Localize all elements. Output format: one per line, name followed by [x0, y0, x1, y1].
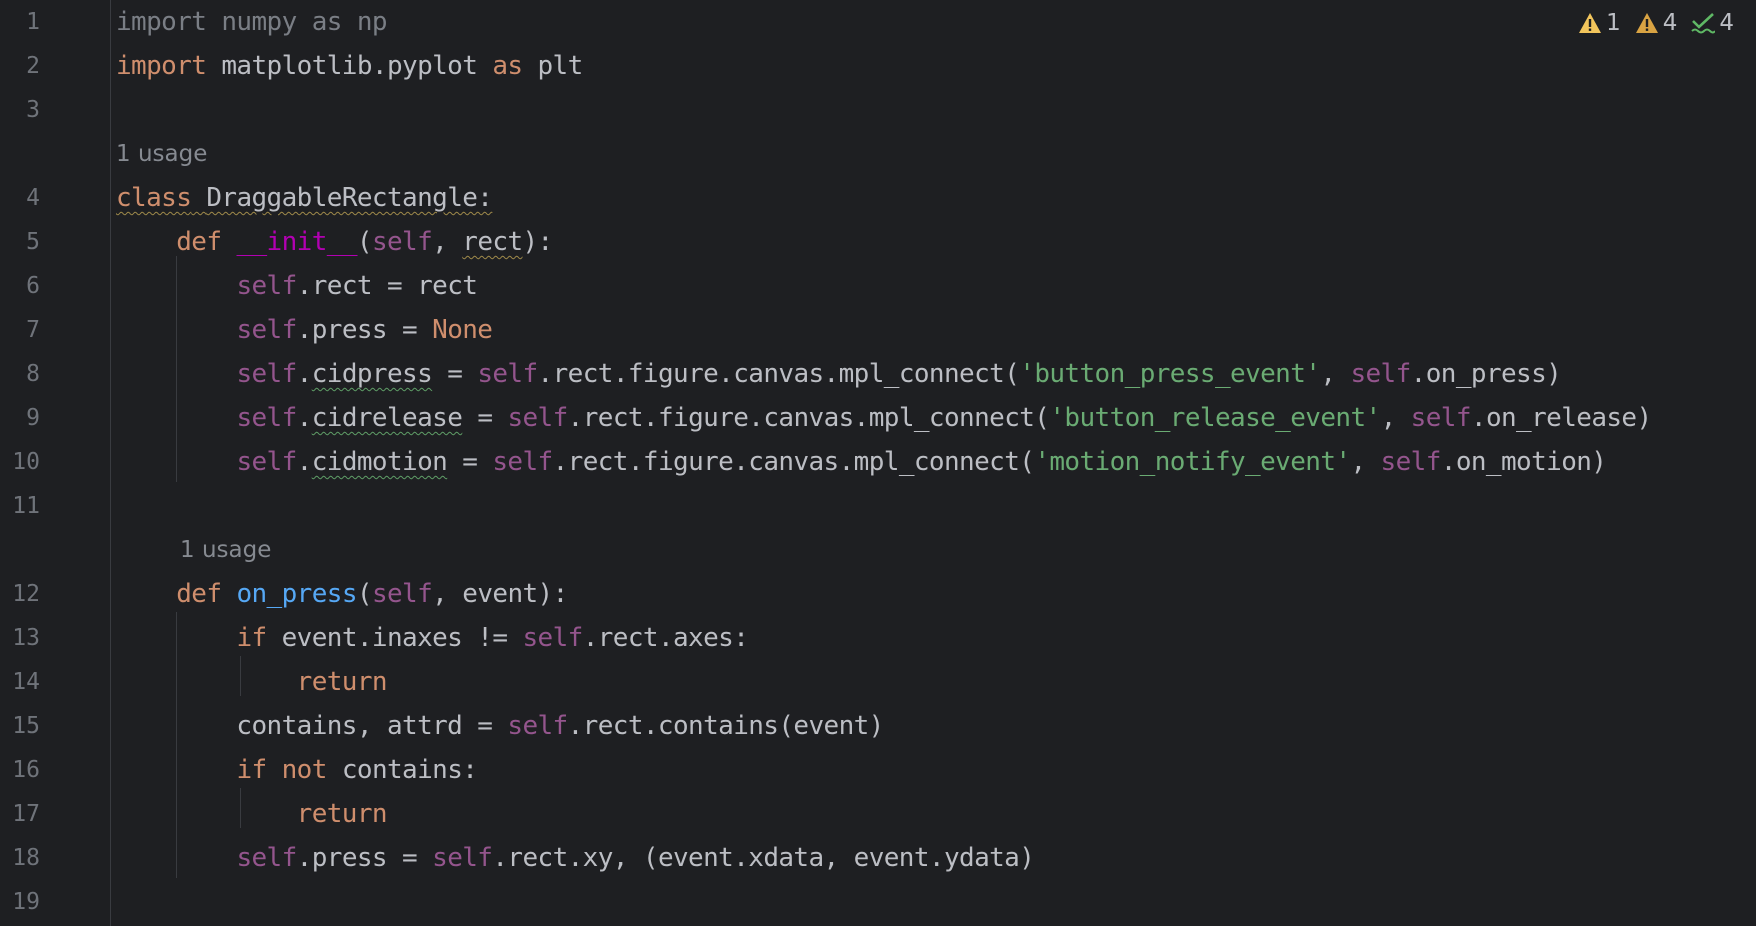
line-number: 15	[12, 713, 40, 739]
line-text: self.cidmotion = self.rect.figure.canvas…	[236, 447, 1607, 477]
line-number: 16	[12, 757, 40, 783]
code-line[interactable]: 5 def __init__(self, rect):	[0, 220, 1756, 264]
usage-hint[interactable]: 1 usage	[180, 528, 271, 572]
line-text: self.cidrelease = self.rect.figure.canva…	[236, 403, 1652, 433]
code-line[interactable]: 7 self.press = None	[0, 308, 1756, 352]
code-line[interactable]: 9 self.cidrelease = self.rect.figure.can…	[0, 396, 1756, 440]
code-line[interactable]: 19	[0, 880, 1756, 924]
line-text: self.cidpress = self.rect.figure.canvas.…	[236, 359, 1562, 389]
code-line[interactable]: 10 self.cidmotion = self.rect.figure.can…	[0, 440, 1756, 484]
code-editor[interactable]: 1 4 4 1 import numpy as np 2 import matp…	[0, 0, 1756, 926]
code-line[interactable]: 11	[0, 484, 1756, 528]
line-number: 12	[12, 581, 40, 607]
line-text: contains, attrd = self.rect.contains(eve…	[116, 711, 884, 741]
line-number: 3	[26, 97, 40, 123]
code-line[interactable]: 12 def on_press(self, event):	[0, 572, 1756, 616]
line-number: 1	[26, 9, 40, 35]
line-text: return	[296, 667, 388, 697]
code-line[interactable]: 4 class DraggableRectangle:	[0, 176, 1756, 220]
line-number: 7	[26, 317, 40, 343]
code-line[interactable]: 13 if event.inaxes != self.rect.axes:	[0, 616, 1756, 660]
line-text: import numpy as np	[116, 7, 388, 37]
line-number: 11	[12, 493, 40, 519]
line-number: 13	[12, 625, 40, 651]
line-text: if not contains:	[236, 755, 478, 785]
usage-hint[interactable]: 1 usage	[116, 132, 207, 176]
line-number: 2	[26, 53, 40, 79]
line-number: 5	[26, 229, 40, 255]
line-number: 14	[12, 669, 40, 695]
line-number: 4	[26, 185, 40, 211]
code-line[interactable]: 14 return	[0, 660, 1756, 704]
code-line[interactable]: 1 import numpy as np	[0, 0, 1756, 44]
line-text: self.press = None	[236, 315, 493, 345]
line-text: return	[296, 799, 388, 829]
usage-hint-row: 1 usage	[0, 528, 1756, 572]
line-number: 10	[12, 449, 40, 475]
line-text: if event.inaxes != self.rect.axes:	[236, 623, 749, 653]
line-number: 18	[12, 845, 40, 871]
line-number: 17	[12, 801, 40, 827]
line-number: 8	[26, 361, 40, 387]
line-number: 6	[26, 273, 40, 299]
line-text: class DraggableRectangle:	[116, 183, 493, 213]
code-line[interactable]: 8 self.cidpress = self.rect.figure.canva…	[0, 352, 1756, 396]
line-text: self.press = self.rect.xy, (event.xdata,…	[236, 843, 1035, 873]
code-line[interactable]: 6 self.rect = rect	[0, 264, 1756, 308]
line-text: def __init__(self, rect):	[176, 227, 553, 257]
code-line[interactable]: 15 contains, attrd = self.rect.contains(…	[0, 704, 1756, 748]
line-text: import matplotlib.pyplot as plt	[116, 51, 583, 81]
usage-hint-row: 1 usage	[0, 132, 1756, 176]
code-line[interactable]: 16 if not contains:	[0, 748, 1756, 792]
code-line[interactable]: 3	[0, 88, 1756, 132]
line-number: 19	[12, 889, 40, 915]
line-text: def on_press(self, event):	[176, 579, 568, 609]
line-text: self.rect = rect	[236, 271, 478, 301]
line-number: 9	[26, 405, 40, 431]
code-line[interactable]: 18 self.press = self.rect.xy, (event.xda…	[0, 836, 1756, 880]
code-line[interactable]: 17 return	[0, 792, 1756, 836]
code-line[interactable]: 2 import matplotlib.pyplot as plt	[0, 44, 1756, 88]
